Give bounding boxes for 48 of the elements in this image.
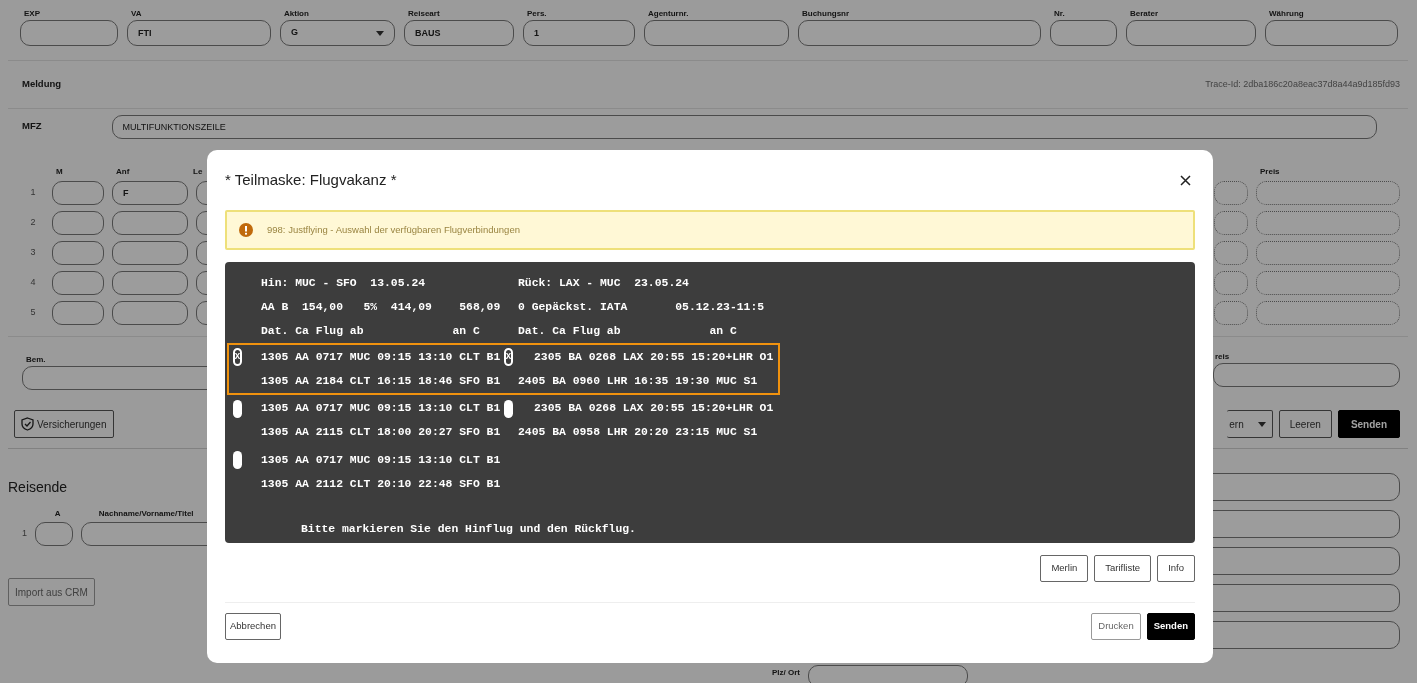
terminal-line: 1305 AA 0717 MUC 09:15 13:10 CLT B1 — [261, 349, 502, 365]
field-label: reis — [1214, 351, 1231, 363]
terminal-line: 2305 BA 0268 LAX 20:55 15:20+LHR O1 — [533, 349, 774, 365]
field-label: Reiseart — [407, 8, 441, 20]
column-header: Preis — [1259, 166, 1280, 178]
section-label: MFZ — [22, 119, 42, 134]
terminal-line: Hin: MUC - SFO 13.05.24 — [261, 276, 427, 292]
field-label: VA — [130, 8, 143, 20]
field-label: Bem. — [25, 354, 46, 366]
terminal-line: Rück: LAX - MUC 23.05.24 — [518, 276, 689, 292]
terminal-line: 2405 BA 0958 LHR 20:20 23:15 MUC S1 — [518, 425, 758, 441]
column-header: A — [53, 508, 62, 520]
terminal-line: AA B 154,00 5% 414,09 568,09 — [261, 300, 502, 316]
field-label: Währung — [1268, 8, 1305, 20]
row-number: 2 — [29, 216, 37, 230]
field-label: Plz/ Ort — [771, 667, 800, 679]
field-label: EXP — [23, 8, 41, 20]
field-label: Buchungsnr — [801, 8, 851, 20]
field-label: Nr. — [1053, 8, 1066, 20]
row-number: 4 — [29, 276, 37, 290]
row-number: 5 — [29, 306, 37, 320]
field-label: Pers. — [526, 8, 548, 20]
dialog-title: * Teilmaske: Flugvakanz * — [225, 169, 397, 190]
row-number: 1 — [22, 527, 27, 541]
field-label: Berater — [1129, 8, 1159, 20]
terminal-message: Bitte markieren Sie den Hinflug und den Rückflug. — [300, 521, 636, 537]
terminal-line: 1305 AA 2115 CLT 18:00 20:27 SFO B1 — [261, 425, 502, 441]
terminal-line: 2305 BA 0268 LAX 20:55 15:20+LHR O1 — [533, 401, 774, 417]
section-title: Reisende — [8, 478, 69, 497]
column-header: M — [55, 166, 64, 178]
row-number: 1 — [29, 186, 37, 200]
terminal-line: Dat. Ca Flug ab an C — [518, 323, 737, 339]
column-header: Anf — [115, 166, 131, 178]
row-number: 3 — [29, 246, 37, 260]
column-header: Nachname/Vorname/Titel — [97, 508, 195, 520]
section-label: Meldung — [22, 77, 62, 92]
terminal-line: Dat. Ca Flug ab an C — [261, 323, 481, 339]
trace-id-text: Trace-Id: 2dba186c20a8eac37d8a44a9d185fd93 — [1205, 77, 1400, 91]
terminal-line: 0 Gepäckst. IATA 05.12.23-11:5 — [518, 300, 765, 316]
field-label: Agenturnr. — [647, 8, 690, 20]
terminal-line: 1305 AA 0717 MUC 09:15 13:10 CLT B1 — [261, 401, 502, 417]
alert-text: 998: Justflying - Auswahl der verfügbaren Flugverbindungen — [267, 222, 520, 237]
column-header: Le — [193, 166, 203, 178]
terminal-line: 1305 AA 2112 CLT 20:10 22:48 SFO B1 — [261, 476, 502, 492]
terminal-line: 2405 BA 0960 LHR 16:35 19:30 MUC S1 — [518, 373, 758, 389]
terminal-line: 1305 AA 2184 CLT 16:15 18:46 SFO B1 — [261, 373, 502, 389]
field-label: Aktion — [283, 8, 310, 20]
terminal-line: 1305 AA 0717 MUC 09:15 13:10 CLT B1 — [261, 452, 502, 468]
